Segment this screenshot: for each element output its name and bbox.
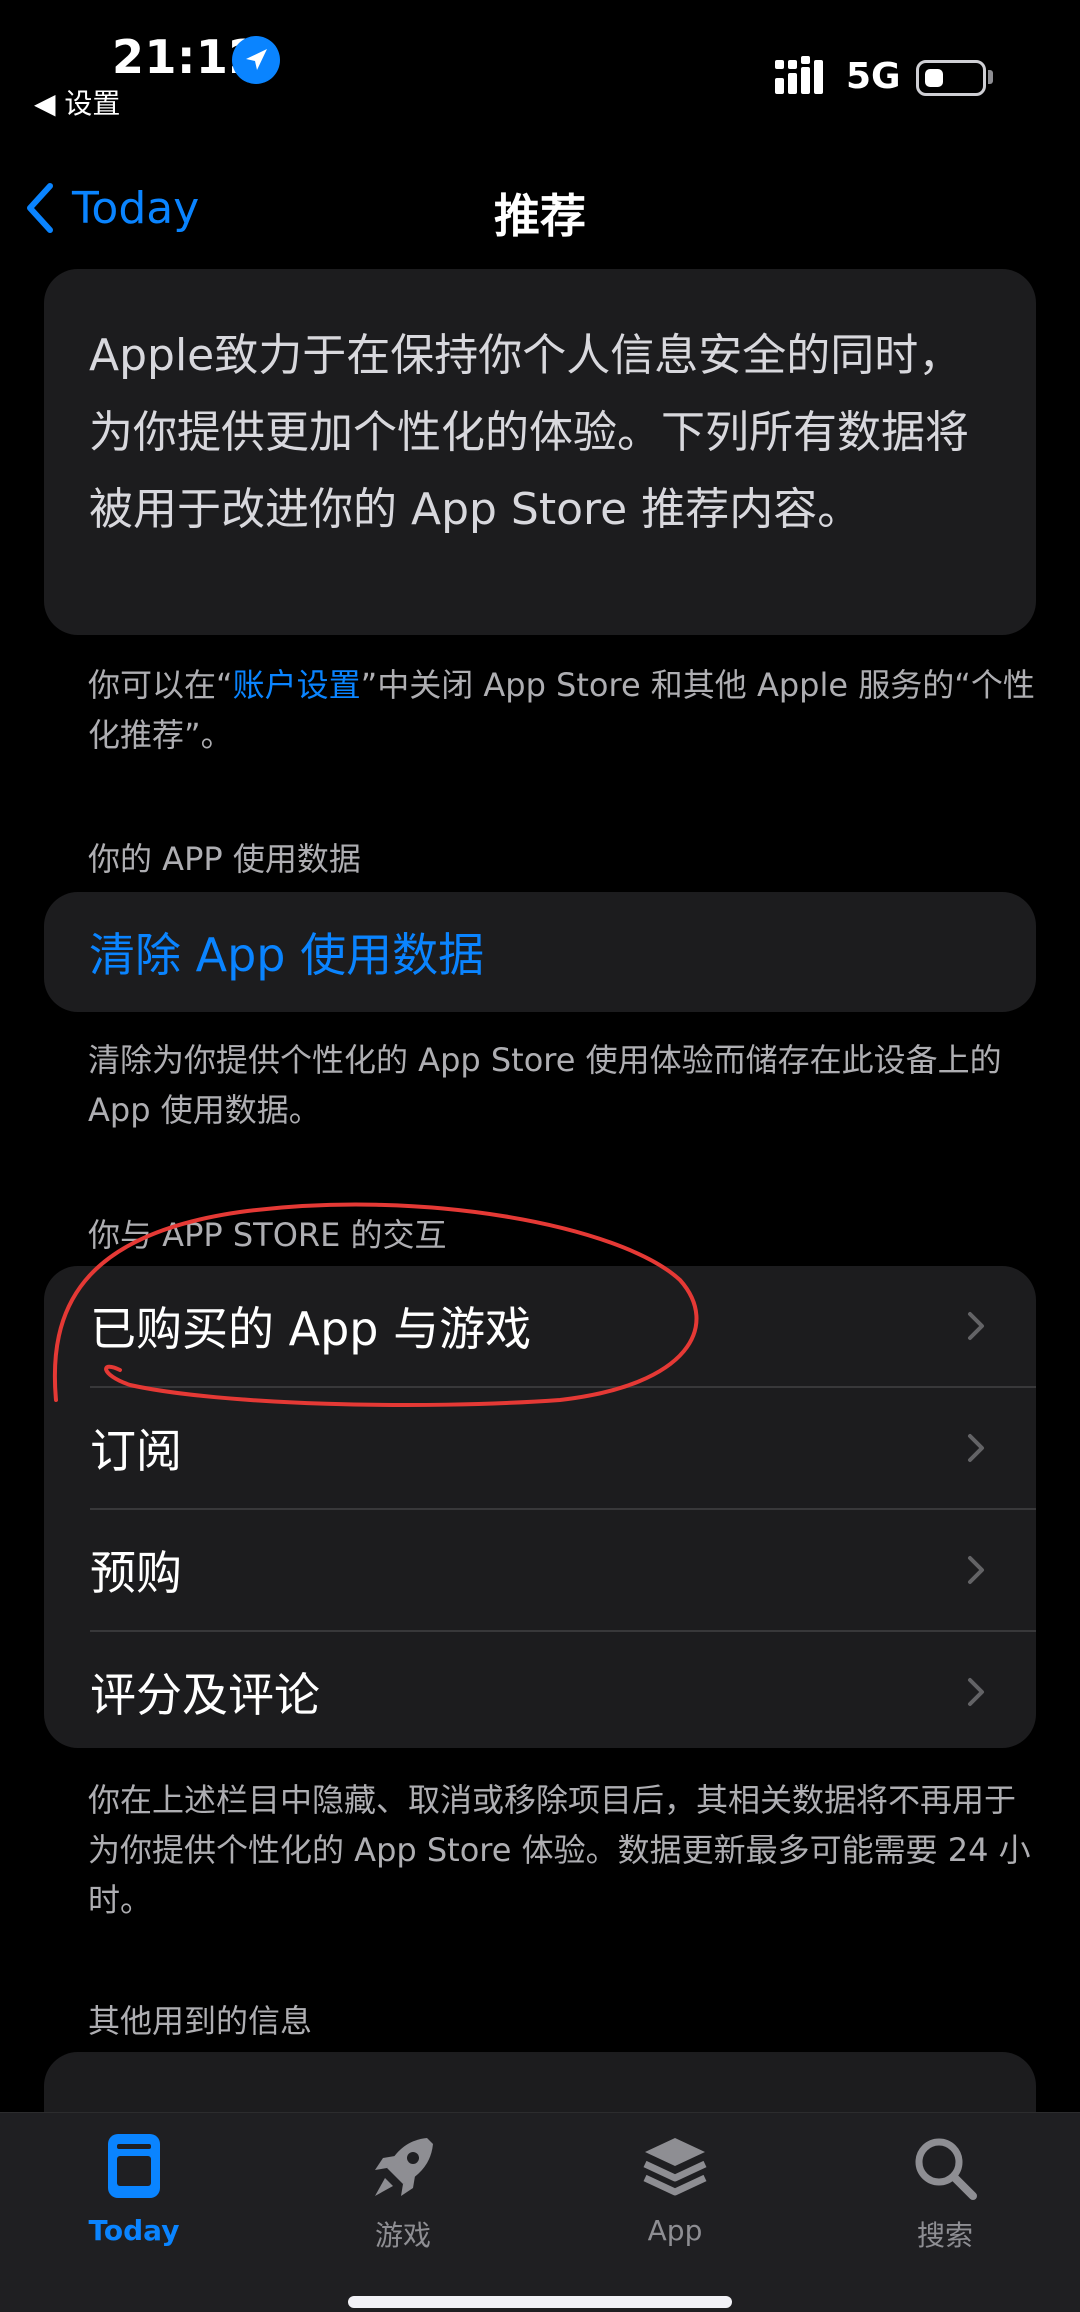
layers-icon [643,2138,707,2196]
chevron-right-icon [968,1678,984,1706]
battery-tip [988,70,993,84]
intro-card: Apple致力于在保持你个人信息安全的同时，为你提供更加个性化的体验。下列所有数… [44,269,1036,635]
chevron-right-icon [968,1312,984,1340]
interactions-footnote: 你在上述栏目中隐藏、取消或移除项目后，其相关数据将不再用于为你提供个性化的 Ap… [88,1781,1031,1919]
interactions-list: 已购买的 App 与游戏 订阅 预购 评分及评论 [44,1266,1036,1748]
back-to-settings-link[interactable]: ◀ 设置 [34,82,120,122]
section-header-other: 其他用到的信息 [88,2002,313,2040]
list-item-ratings-reviews[interactable]: 评分及评论 [44,1632,1036,1748]
list-item-purchased[interactable]: 已购买的 App 与游戏 [44,1266,1036,1386]
tab-label: 搜索 [916,2219,973,2252]
section-header-interactions: 你与 APP STORE 的交互 [88,1216,447,1254]
tab-label: App [647,2214,703,2247]
tab-label: 游戏 [374,2219,431,2252]
clear-usage-card[interactable]: 清除 App 使用数据 [44,892,1036,1012]
cellular-signal-icon [775,56,823,94]
section-header-usage: 你的 APP 使用数据 [88,840,361,878]
chevron-right-icon [968,1556,984,1584]
tab-search[interactable]: 搜索 [855,2126,1035,2256]
list-item-subscriptions[interactable]: 订阅 [44,1388,1036,1508]
account-note-prefix: 你可以在“ [88,666,233,704]
page-title: 推荐 [494,189,586,243]
list-item-preorders[interactable]: 预购 [44,1510,1036,1630]
tab-games[interactable]: 游戏 [313,2126,493,2256]
list-item-label: 评分及评论 [90,1668,320,1722]
clear-usage-button[interactable]: 清除 App 使用数据 [89,919,484,985]
tab-label: Today [88,2214,180,2247]
list-item-label: 订阅 [90,1424,182,1478]
rocket-icon [375,2138,433,2196]
intro-text: Apple致力于在保持你个人信息安全的同时，为你提供更加个性化的体验。下列所有数… [89,330,969,535]
account-settings-note: 你可以在“账户设置”中关闭 App Store 和其他 Apple 服务的“个性… [88,660,1038,760]
usage-footnote: 清除为你提供个性化的 App Store 使用体验而储存在此设备上的 App 使… [88,1041,1002,1129]
location-arrow-icon [232,36,280,84]
network-type: 5G [846,56,901,97]
chevron-right-icon [968,1434,984,1462]
tab-today[interactable]: Today [44,2126,224,2256]
account-settings-link[interactable]: 账户设置 [233,666,361,704]
home-indicator [348,2296,732,2308]
tab-apps[interactable]: App [585,2126,765,2256]
today-icon [108,2134,160,2198]
list-item-label: 已购买的 App 与游戏 [90,1302,532,1356]
list-item-label: 预购 [90,1546,182,1600]
search-icon [915,2138,977,2200]
battery-icon [916,60,986,96]
